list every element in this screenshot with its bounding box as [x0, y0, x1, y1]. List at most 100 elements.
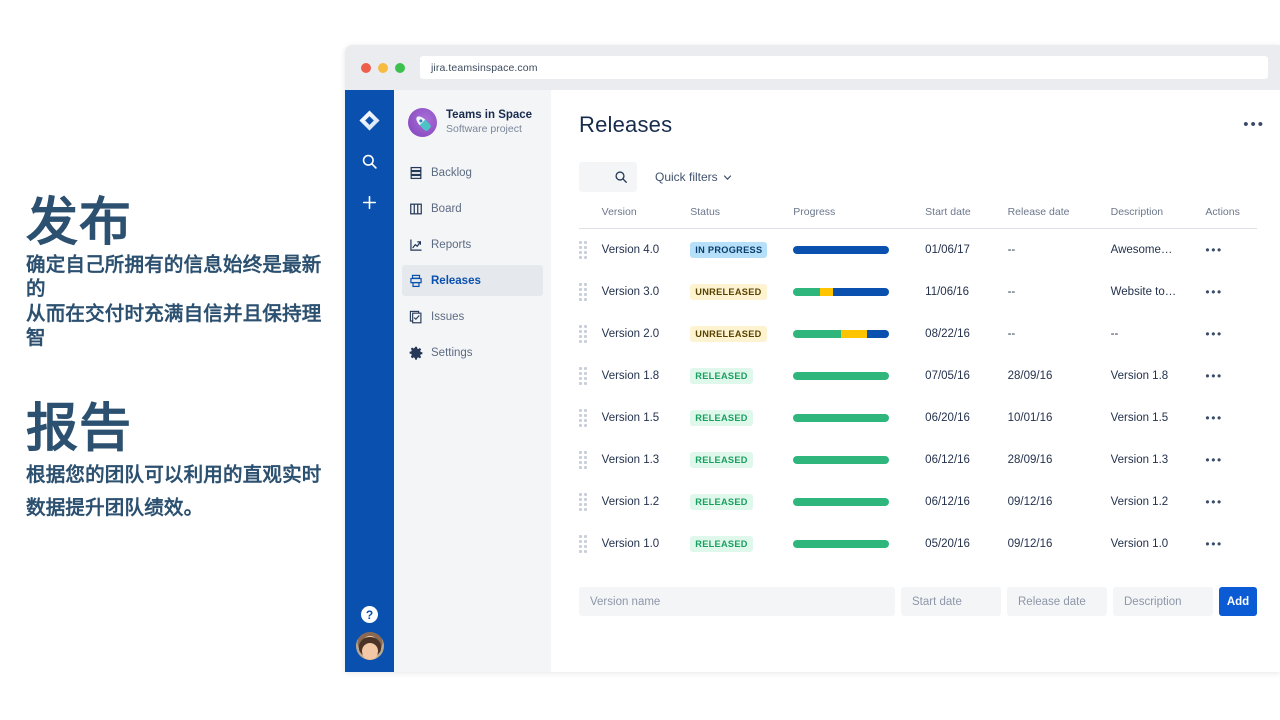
- cell-description: Website to…: [1110, 286, 1177, 298]
- description-input[interactable]: [1113, 587, 1213, 616]
- grip-dot: [579, 335, 582, 338]
- sidebar-item-issues[interactable]: Issues: [402, 301, 543, 332]
- release-date-input[interactable]: [1007, 587, 1107, 616]
- table-row[interactable]: Version 4.0 IN PROGRESS 01/06/17 -- Awesome……: [579, 229, 1257, 272]
- table-body: Version 4.0 IN PROGRESS 01/06/17 -- Awesome……: [579, 229, 1257, 566]
- drag-handle-icon[interactable]: [579, 439, 602, 481]
- sidebar-item-settings[interactable]: Settings: [402, 337, 543, 368]
- project-sidebar: Teams in Space Software project Backlog: [394, 90, 551, 672]
- progress-segment: [793, 288, 821, 296]
- row-actions-button[interactable]: •••: [1205, 369, 1222, 383]
- sidebar-item-reports[interactable]: Reports: [402, 229, 543, 260]
- drag-handle-icon[interactable]: [579, 271, 602, 313]
- table-row[interactable]: Version 3.0 UNRELEASED 11/06/16 -- Website t…: [579, 271, 1257, 313]
- search-icon: [615, 171, 627, 183]
- cell-version[interactable]: Version 1.2: [602, 481, 691, 523]
- table-row[interactable]: Version 1.8 RELEASED 07/05/16 28/09/16 Versi…: [579, 355, 1257, 397]
- browser-chrome: jira.teamsinspace.com: [345, 45, 1280, 90]
- avatar-face: [361, 642, 378, 659]
- drag-handle-icon[interactable]: [579, 481, 602, 523]
- grip-dot: [579, 503, 582, 506]
- grip-dot: [584, 503, 587, 506]
- sidebar-item-releases[interactable]: Releases: [402, 265, 543, 297]
- sidebar-item-board[interactable]: Board: [402, 193, 543, 224]
- close-window-icon[interactable]: [361, 62, 371, 73]
- progress-segment: [841, 330, 868, 338]
- cell-status: RELEASED: [690, 439, 793, 481]
- drag-handle-icon[interactable]: [579, 523, 602, 565]
- row-actions-button[interactable]: •••: [1205, 453, 1222, 467]
- table-row[interactable]: Version 1.5 RELEASED 06/20/16 10/01/16 Versi…: [579, 397, 1257, 439]
- help-icon[interactable]: ?: [361, 606, 378, 623]
- drag-handle-icon[interactable]: [579, 397, 602, 439]
- board-icon: [409, 202, 431, 216]
- cell-status: IN PROGRESS: [690, 229, 793, 272]
- progress-segment: [793, 414, 890, 422]
- cell-release-date: 09/12/16: [1007, 538, 1053, 550]
- cell-progress: [793, 313, 925, 355]
- add-button[interactable]: Add: [1219, 587, 1257, 616]
- cell-version[interactable]: Version 2.0: [602, 313, 691, 355]
- table-row[interactable]: Version 1.0 RELEASED 05/20/16 09/12/16 Versi…: [579, 523, 1257, 565]
- grip-dot: [579, 545, 582, 548]
- cell-status: RELEASED: [690, 481, 793, 523]
- row-actions-button[interactable]: •••: [1205, 537, 1222, 551]
- cell-version[interactable]: Version 1.0: [602, 523, 691, 565]
- row-actions-button[interactable]: •••: [1205, 285, 1222, 299]
- sidebar-item-backlog[interactable]: Backlog: [402, 157, 543, 188]
- status-badge: RELEASED: [690, 494, 753, 510]
- grip-dot: [584, 493, 587, 496]
- cell-version[interactable]: Version 4.0: [602, 229, 691, 272]
- row-actions-button[interactable]: •••: [1205, 411, 1222, 425]
- search-icon[interactable]: [353, 144, 387, 178]
- cell-version[interactable]: Version 3.0: [602, 271, 691, 313]
- grip-dot: [584, 246, 587, 249]
- sidebar-item-label: Reports: [431, 238, 472, 251]
- cell-version[interactable]: Version 1.5: [602, 397, 691, 439]
- drag-handle-icon[interactable]: [579, 229, 602, 272]
- cell-version[interactable]: Version 1.8: [602, 355, 691, 397]
- minimize-window-icon[interactable]: [378, 62, 388, 73]
- progress-segment: [793, 498, 890, 506]
- table-row[interactable]: Version 2.0 UNRELEASED 08/22/16 -- -- •••: [579, 313, 1257, 355]
- maximize-window-icon[interactable]: [395, 62, 405, 73]
- cell-progress: [793, 397, 925, 439]
- row-actions-button[interactable]: •••: [1205, 327, 1222, 341]
- jira-logo-icon[interactable]: [353, 103, 387, 137]
- grip-dot: [579, 451, 582, 454]
- grip-dot: [579, 377, 582, 380]
- grip-dot: [584, 540, 587, 543]
- drag-handle-icon[interactable]: [579, 355, 602, 397]
- grip-dot: [584, 251, 587, 254]
- plus-icon[interactable]: [353, 185, 387, 219]
- column-header-start-date: Start date: [925, 206, 1008, 229]
- more-actions-button[interactable]: •••: [1243, 117, 1265, 132]
- avatar[interactable]: [355, 632, 384, 660]
- marketing-heading-2: 报告: [26, 400, 133, 458]
- grip-dot: [579, 414, 582, 417]
- window-controls[interactable]: [361, 62, 405, 73]
- search-input[interactable]: [579, 162, 637, 192]
- screenshot-root: 发布 确定自己所拥有的信息始终是最新的 从而在交付时充满自信并且保持理智 报告 …: [0, 0, 1280, 720]
- grip-dot: [584, 256, 587, 259]
- quick-filters-dropdown[interactable]: Quick filters: [655, 170, 732, 184]
- cell-version[interactable]: Version 1.3: [602, 439, 691, 481]
- drag-handle-icon[interactable]: [579, 313, 602, 355]
- project-header[interactable]: Teams in Space Software project: [394, 108, 551, 137]
- grip-dot: [579, 246, 582, 249]
- cell-description: Version 1.0: [1110, 538, 1169, 550]
- rocket-shape: [413, 113, 432, 132]
- address-bar[interactable]: jira.teamsinspace.com: [420, 56, 1268, 79]
- start-date-input[interactable]: [901, 587, 1001, 616]
- row-actions-button[interactable]: •••: [1205, 495, 1222, 509]
- table-row[interactable]: Version 1.2 RELEASED 06/12/16 09/12/16 Versi…: [579, 481, 1257, 523]
- row-actions-button[interactable]: •••: [1205, 243, 1222, 257]
- grip-dot: [584, 456, 587, 459]
- cell-start-date: 06/12/16: [925, 454, 970, 466]
- table-row[interactable]: Version 1.3 RELEASED 06/12/16 28/09/16 Versi…: [579, 439, 1257, 481]
- version-name-input[interactable]: [579, 587, 895, 616]
- sidebar-item-label: Backlog: [431, 166, 472, 179]
- grip-dot: [579, 466, 582, 469]
- grip-dot: [579, 456, 582, 459]
- cell-release-date: --: [1007, 286, 1016, 298]
